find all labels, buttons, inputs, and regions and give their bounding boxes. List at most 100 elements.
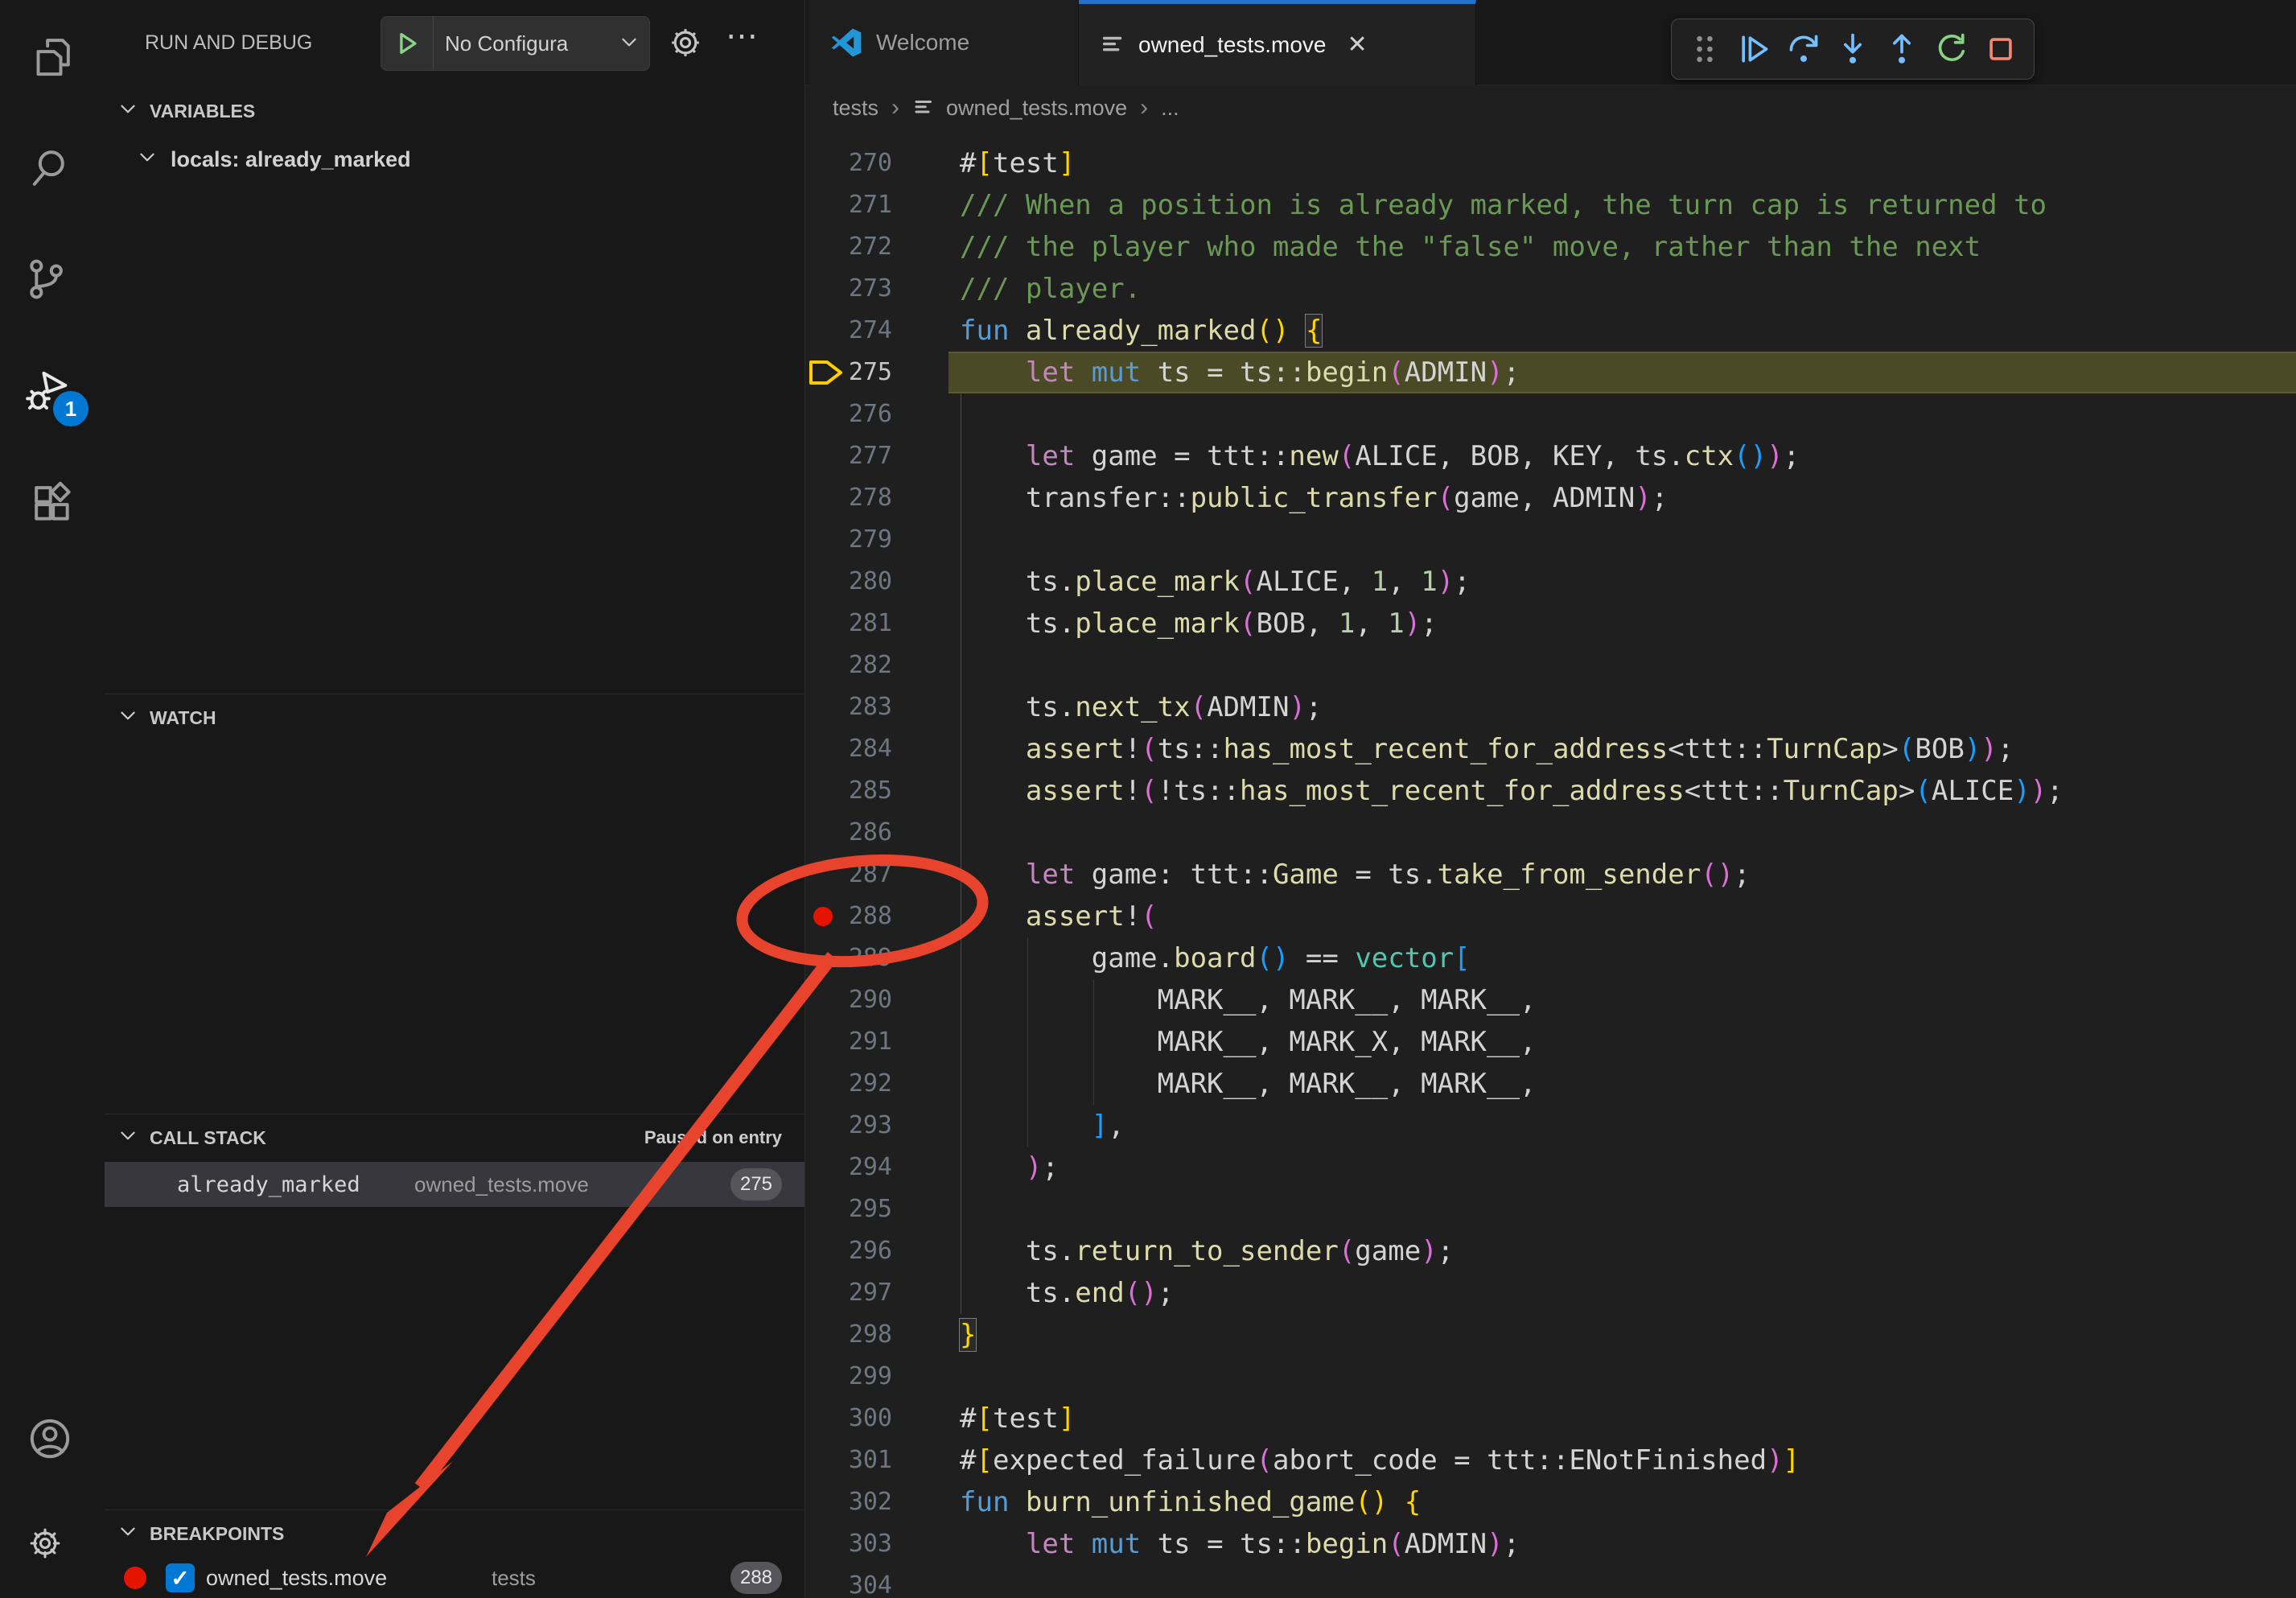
line-number[interactable]: 292	[805, 1063, 892, 1105]
gear-icon[interactable]	[27, 1526, 72, 1571]
code-text: assert!(ts::has_most_recent_for_address<…	[960, 728, 2014, 770]
launch-config-label: No Configura	[434, 31, 617, 56]
line-number[interactable]: 271	[805, 184, 892, 226]
run-and-debug-sidebar: RUN AND DEBUG No Configura ⋯ VARIABLES l…	[105, 0, 804, 1598]
frame-function-name: already_marked	[177, 1172, 360, 1197]
code-line: 285 assert!(!ts::has_most_recent_for_add…	[805, 770, 2296, 812]
line-number[interactable]: 277	[805, 435, 892, 477]
restart-button[interactable]	[1932, 29, 1972, 69]
tab-owned-tests-move[interactable]: owned_tests.move ✕	[1079, 0, 1476, 85]
line-number[interactable]: 288	[805, 896, 892, 937]
line-number[interactable]: 294	[805, 1147, 892, 1188]
start-debug-icon[interactable]	[381, 17, 434, 70]
code-line: 304	[805, 1565, 2296, 1598]
code-text: let game: ttt::Game = ts.take_from_sende…	[960, 854, 1751, 896]
chevron-down-icon	[617, 31, 649, 56]
source-control-icon[interactable]	[23, 257, 68, 302]
line-number[interactable]: 298	[805, 1314, 892, 1356]
code-line: 290 MARK__, MARK__, MARK__,	[805, 979, 2296, 1021]
breadcrumb-item[interactable]: tests	[833, 96, 878, 121]
line-number[interactable]: 272	[805, 226, 892, 268]
code-line: 276	[805, 393, 2296, 435]
list-file-icon	[912, 96, 936, 120]
code-line: 278 transfer::public_transfer(game, ADMI…	[805, 477, 2296, 519]
line-number[interactable]: 280	[805, 561, 892, 603]
tab-welcome[interactable]: Welcome	[809, 0, 1079, 85]
line-number[interactable]: 274	[805, 310, 892, 352]
variables-scope-row[interactable]: locals: already_marked	[105, 138, 804, 180]
breadcrumb[interactable]: tests › owned_tests.move › ...	[805, 85, 2296, 130]
code-text: MARK__, MARK__, MARK__,	[960, 1063, 1536, 1105]
code-line: 287 let game: ttt::Game = ts.take_from_s…	[805, 854, 2296, 896]
line-number[interactable]: 276	[805, 393, 892, 435]
chevron-down-icon	[117, 706, 142, 731]
code-text: #[test]	[960, 1398, 1075, 1439]
code-text: /// player.	[960, 268, 1141, 310]
files-icon[interactable]	[30, 34, 75, 79]
drag-grip-icon[interactable]	[1685, 29, 1725, 69]
line-number[interactable]: 273	[805, 268, 892, 310]
line-number[interactable]: 290	[805, 979, 892, 1021]
code-text: fun burn_unfinished_game() {	[960, 1481, 1421, 1523]
line-number[interactable]: 286	[805, 812, 892, 854]
close-icon[interactable]: ✕	[1347, 31, 1367, 59]
line-number[interactable]: 303	[805, 1523, 892, 1565]
chevron-down-icon	[117, 1522, 142, 1547]
line-number[interactable]: 284	[805, 728, 892, 770]
launch-config-dropdown[interactable]: No Configura	[381, 16, 650, 71]
code-editor[interactable]: 270#[test]271/// When a position is alre…	[805, 130, 2296, 1598]
code-text: assert!(!ts::has_most_recent_for_address…	[960, 770, 2064, 812]
watch-section-header[interactable]: WATCH	[105, 697, 804, 739]
debug-settings-gear-icon[interactable]	[668, 25, 703, 60]
line-number[interactable]: 279	[805, 519, 892, 561]
activity-bar: 1	[0, 0, 105, 1598]
code-text: ts.end();	[960, 1272, 1174, 1314]
code-text: ts.place_mark(ALICE, 1, 1);	[960, 561, 1471, 603]
line-number[interactable]: 275	[805, 352, 892, 393]
line-number[interactable]: 285	[805, 770, 892, 812]
code-text: game.board() == vector[	[960, 937, 1471, 979]
line-number[interactable]: 296	[805, 1230, 892, 1272]
paused-status: Paused on entry	[644, 1117, 782, 1159]
code-line: 272/// the player who made the "false" m…	[805, 226, 2296, 268]
code-text: assert!(	[960, 896, 1158, 937]
line-number[interactable]: 302	[805, 1481, 892, 1523]
sidebar-title-bar: RUN AND DEBUG No Configura ⋯	[105, 0, 804, 85]
line-number[interactable]: 297	[805, 1272, 892, 1314]
line-number[interactable]: 291	[805, 1021, 892, 1063]
line-number[interactable]: 281	[805, 603, 892, 645]
breakpoint-list-item[interactable]: ✓ owned_tests.move tests 288	[105, 1558, 804, 1598]
section-divider	[105, 1509, 804, 1510]
call-stack-section-header[interactable]: CALL STACK Paused on entry	[105, 1117, 804, 1159]
continue-button[interactable]	[1734, 29, 1774, 69]
breakpoints-section-header[interactable]: BREAKPOINTS	[105, 1513, 804, 1555]
line-number[interactable]: 299	[805, 1356, 892, 1398]
stop-button[interactable]	[1981, 29, 2021, 69]
line-number[interactable]: 295	[805, 1188, 892, 1230]
more-actions-icon[interactable]: ⋯	[726, 18, 761, 55]
account-icon[interactable]	[27, 1416, 72, 1461]
line-number[interactable]: 289	[805, 937, 892, 979]
variables-section-header[interactable]: VARIABLES	[105, 90, 804, 132]
step-out-button[interactable]	[1882, 29, 1922, 69]
line-number[interactable]: 283	[805, 686, 892, 728]
call-stack-frame-row[interactable]: already_marked owned_tests.move 275	[105, 1162, 804, 1207]
breadcrumb-item[interactable]: owned_tests.move	[946, 96, 1127, 121]
line-number[interactable]: 301	[805, 1439, 892, 1481]
search-icon[interactable]	[30, 146, 75, 191]
step-over-button[interactable]	[1784, 29, 1824, 69]
line-number[interactable]: 300	[805, 1398, 892, 1439]
step-into-button[interactable]	[1833, 29, 1873, 69]
code-line: 300 #[test]	[805, 1398, 2296, 1439]
line-number[interactable]: 270	[805, 142, 892, 184]
line-number[interactable]: 293	[805, 1105, 892, 1147]
extensions-icon[interactable]	[30, 481, 75, 526]
line-number[interactable]: 278	[805, 477, 892, 519]
breakpoint-file-name: owned_tests.move	[206, 1566, 387, 1591]
breakpoint-checkbox[interactable]: ✓	[166, 1563, 195, 1592]
breadcrumb-item[interactable]: ...	[1161, 96, 1179, 121]
line-number[interactable]: 282	[805, 645, 892, 686]
code-text: #[expected_failure(abort_code = ttt::ENo…	[960, 1439, 1800, 1481]
line-number[interactable]: 287	[805, 854, 892, 896]
line-number[interactable]: 304	[805, 1565, 892, 1598]
